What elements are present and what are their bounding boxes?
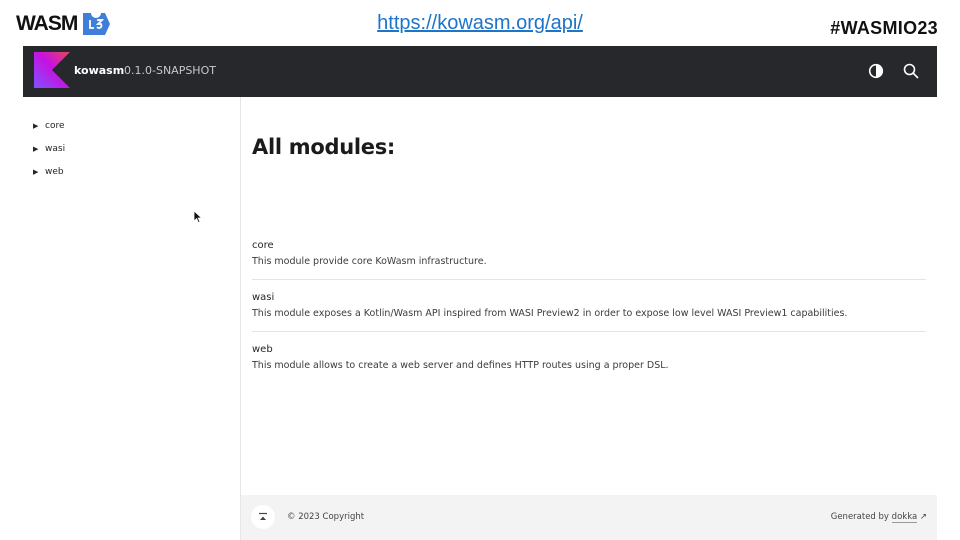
module-description: This module exposes a Kotlin/Wasm API in… xyxy=(252,308,848,319)
copyright-text: © 2023 Copyright xyxy=(287,512,365,522)
divider xyxy=(252,331,926,332)
external-link-icon: ↗ xyxy=(919,512,927,522)
top-navbar: kowasm 0.1.0-SNAPSHOT xyxy=(23,46,937,97)
project-version: 0.1.0-SNAPSHOT xyxy=(124,64,216,77)
module-description: This module provide core KoWasm infrastr… xyxy=(252,256,487,267)
sidebar: ▶ core ▶ wasi ▶ web xyxy=(23,97,241,540)
main-content: All modules: core This module provide co… xyxy=(241,97,937,495)
generated-by: Generated by dokka ↗ xyxy=(830,512,927,523)
go-to-top-button[interactable] xyxy=(251,505,275,529)
caret-right-icon[interactable]: ▶ xyxy=(33,122,45,130)
dokka-link[interactable]: dokka xyxy=(891,512,918,523)
mouse-pointer-icon xyxy=(193,210,203,224)
module-link[interactable]: core xyxy=(252,239,926,252)
arrow-up-icon xyxy=(259,512,267,520)
caret-right-icon[interactable]: ▶ xyxy=(33,168,45,176)
module-row-web: web This module allows to create a web s… xyxy=(252,343,926,372)
sidebar-item-label: web xyxy=(45,167,64,177)
slide-hashtag: #WASMIO23 xyxy=(830,18,938,38)
module-row-core: core This module provide core KoWasm inf… xyxy=(252,239,926,268)
search-icon[interactable] xyxy=(902,62,920,80)
module-description: This module allows to create a web serve… xyxy=(252,360,669,371)
contrast-icon[interactable] xyxy=(868,63,884,79)
project-name[interactable]: kowasm xyxy=(74,64,124,77)
sidebar-item-web[interactable]: ▶ web xyxy=(33,164,64,180)
dokka-page: kowasm 0.1.0-SNAPSHOT ▶ core ▶ wasi ▶ we… xyxy=(23,46,937,540)
module-row-wasi: wasi This module exposes a Kotlin/Wasm A… xyxy=(252,291,926,320)
generated-by-prefix: Generated by xyxy=(830,512,892,522)
footer: © 2023 Copyright Generated by dokka ↗ xyxy=(241,495,937,540)
sidebar-item-core[interactable]: ▶ core xyxy=(33,118,65,134)
module-link[interactable]: wasi xyxy=(252,291,926,304)
divider xyxy=(252,279,926,280)
sidebar-item-label: wasi xyxy=(45,144,66,154)
sidebar-item-label: core xyxy=(45,121,65,131)
slide-url-link[interactable]: https://kowasm.org/api/ xyxy=(0,12,960,35)
module-link[interactable]: web xyxy=(252,343,926,356)
page-title: All modules: xyxy=(252,135,395,159)
kotlin-logo-icon[interactable] xyxy=(34,52,70,88)
caret-right-icon[interactable]: ▶ xyxy=(33,145,45,153)
sidebar-item-wasi[interactable]: ▶ wasi xyxy=(33,141,65,157)
